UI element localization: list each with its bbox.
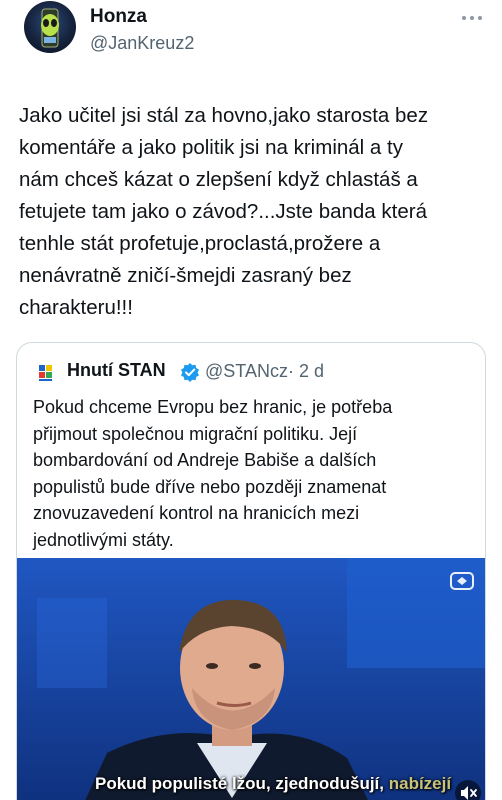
quoted-tweet[interactable]: Hnutí STAN @STANcz· 2 d Pokud chceme Evr… <box>16 342 486 800</box>
more-dots-icon[interactable] <box>462 10 484 26</box>
tweet-text: Jako učitel jsi stál za hovno,jako staro… <box>19 104 429 319</box>
avatar[interactable] <box>24 1 76 53</box>
author-name[interactable]: Honza <box>90 6 147 28</box>
quoted-author-name[interactable]: Hnutí STAN <box>67 360 166 381</box>
tweet-detail-view: Honza @JanKreuz2 Jako učitel jsi stál za… <box>0 0 502 800</box>
author-handle[interactable]: @JanKreuz2 <box>90 33 194 54</box>
subtitle-main: Pokud populisté lžou, zjednodušují, <box>95 774 384 793</box>
channel-logo-icon <box>449 570 475 592</box>
tweet-header: Honza @JanKreuz2 <box>0 0 502 72</box>
quoted-tweet-text: Pokud chceme Evropu bez hranic, je potře… <box>33 397 393 550</box>
quoted-time: · 2 d <box>287 361 324 381</box>
speaker-muted-icon[interactable] <box>455 780 481 800</box>
video-player[interactable]: Pokud populisté lžou, zjednodušují, nabí… <box>17 558 485 800</box>
verified-badge-icon <box>180 362 200 382</box>
quoted-author-handle[interactable]: @STANcz· 2 d <box>205 361 324 382</box>
video-frame <box>17 558 485 800</box>
subtitle-dim: nabízejí <box>388 774 452 793</box>
video-subtitle: Pokud populisté lžou, zjednodušují, nabí… <box>95 774 451 794</box>
quoted-handle-text: @STANcz <box>205 361 288 381</box>
stan-logo-icon <box>37 363 57 383</box>
